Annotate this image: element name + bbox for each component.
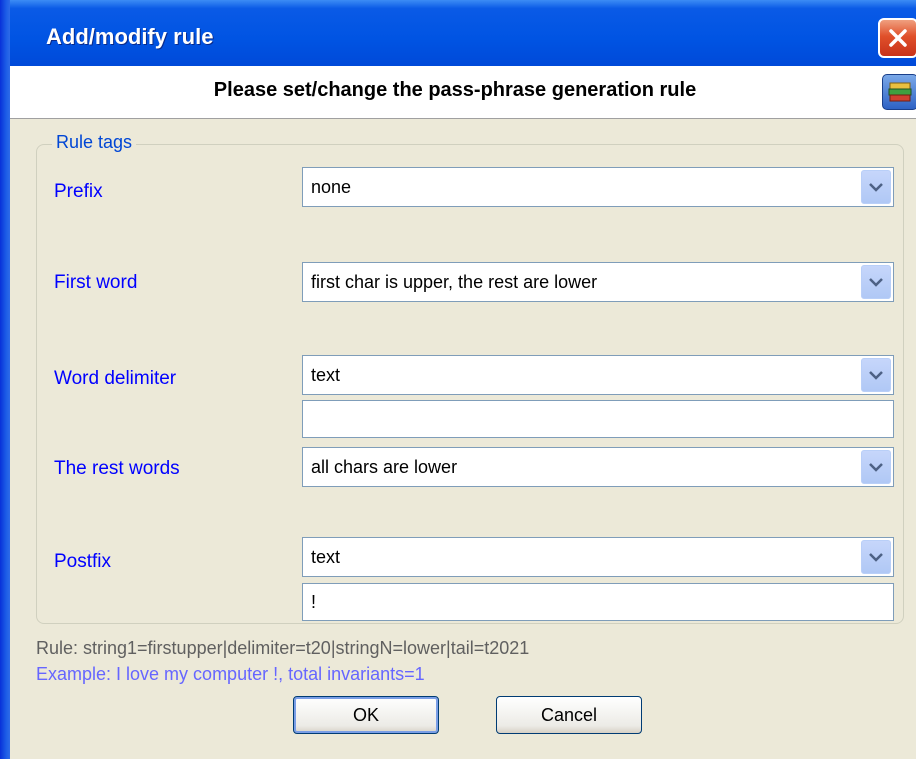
word-delimiter-select-value: text — [311, 365, 341, 385]
close-button[interactable] — [878, 18, 916, 58]
postfix-label: Postfix — [54, 551, 112, 572]
prefix-select-value: none — [311, 177, 352, 197]
chevron-down-icon — [869, 463, 883, 472]
chevron-down-icon — [869, 183, 883, 192]
prefix-label: Prefix — [54, 181, 103, 202]
help-book-icon — [888, 82, 912, 102]
first-word-dropdown-button[interactable] — [861, 265, 891, 299]
postfix-select-value: text — [311, 547, 341, 567]
chevron-down-icon — [869, 371, 883, 380]
rest-words-label: The rest words — [54, 458, 180, 479]
rest-words-select-value: all chars are lower — [311, 457, 458, 477]
rest-words-select[interactable]: all chars are lower — [302, 447, 894, 487]
postfix-text-value: ! — [311, 592, 317, 612]
first-word-select-value: first char is upper, the rest are lower — [311, 272, 598, 292]
header-band: Please set/change the pass-phrase genera… — [10, 66, 916, 119]
window-frame — [0, 0, 10, 759]
rule-tags-legend: Rule tags — [52, 132, 137, 153]
prefix-dropdown-button[interactable] — [861, 170, 891, 204]
help-button[interactable] — [882, 74, 916, 110]
chevron-down-icon — [869, 553, 883, 562]
word-delimiter-dropdown-button[interactable] — [861, 358, 891, 392]
word-delimiter-select[interactable]: text — [302, 355, 894, 395]
example-preview: Example: I love my computer !, total inv… — [36, 664, 425, 684]
word-delimiter-text-input[interactable] — [302, 400, 894, 438]
word-delimiter-label: Word delimiter — [54, 368, 177, 389]
postfix-dropdown-button[interactable] — [861, 540, 891, 574]
rest-words-dropdown-button[interactable] — [861, 450, 891, 484]
window-title: Add/modify rule — [46, 24, 214, 49]
first-word-select[interactable]: first char is upper, the rest are lower — [302, 262, 894, 302]
header-instruction: Please set/change the pass-phrase genera… — [213, 79, 697, 101]
prefix-select[interactable]: none — [302, 167, 894, 207]
chevron-down-icon — [869, 278, 883, 287]
first-word-label: First word — [54, 272, 138, 293]
close-icon — [889, 29, 907, 47]
postfix-text-input[interactable]: ! — [302, 583, 894, 621]
cancel-button[interactable]: Cancel — [496, 696, 642, 734]
ok-button[interactable]: OK — [293, 696, 439, 734]
postfix-select[interactable]: text — [302, 537, 894, 577]
rule-summary: Rule: string1=firstupper|delimiter=t20|s… — [36, 638, 530, 658]
